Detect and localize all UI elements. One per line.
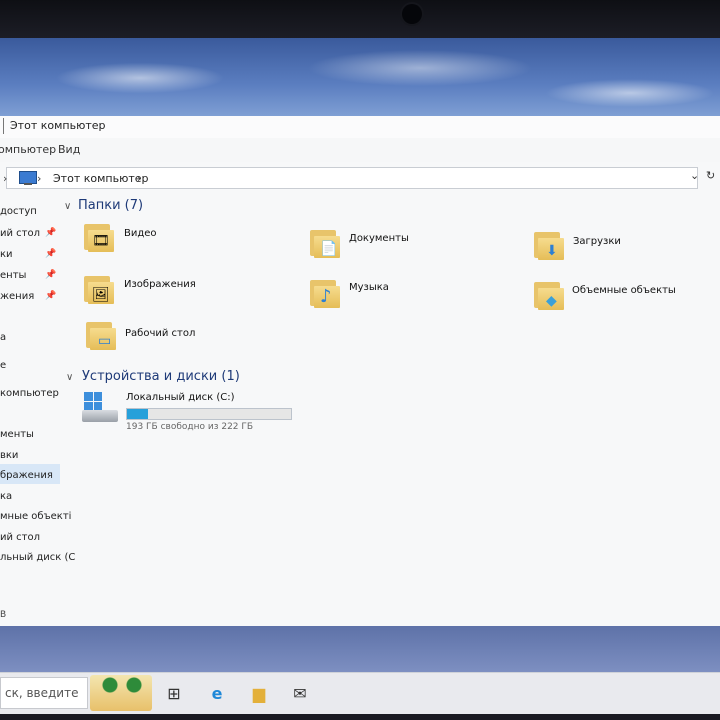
- collapse-chevron-icon[interactable]: ∨: [66, 372, 73, 383]
- content-pane: ∨ Папки (7) 🎞 Видео 📄 Документы ⬇ Загруз…: [62, 196, 720, 626]
- devices-section-heading[interactable]: Устройства и диски (1): [82, 369, 240, 384]
- search-highlight-image[interactable]: [90, 675, 152, 711]
- task-view-icon[interactable]: ⊞: [160, 679, 188, 707]
- documents-folder-icon[interactable]: 📄: [310, 230, 344, 260]
- nav-item-pc-desktop[interactable]: ий стол: [0, 532, 40, 543]
- nav-item-pc-documents[interactable]: менты: [0, 429, 34, 440]
- downloads-folder-icon[interactable]: ⬇: [534, 232, 568, 262]
- pictures-folder-icon[interactable]: 🖼: [84, 276, 118, 306]
- taskbar: ск, введите ⊞ e ▆ ✉: [0, 672, 720, 714]
- desktop-wallpaper: [0, 38, 720, 116]
- breadcrumb-separator[interactable]: ›: [37, 172, 41, 185]
- ribbon-tabs: омпьютер Вид: [0, 138, 720, 162]
- nav-item-documents[interactable]: енты: [0, 270, 26, 281]
- nav-item-network[interactable]: е: [0, 360, 6, 371]
- status-bar: В: [0, 608, 62, 626]
- drive-free-space: 193 ГБ свободно из 222 ГБ: [126, 422, 254, 432]
- webcam: [402, 4, 422, 24]
- file-explorer-icon[interactable]: ▆: [245, 679, 273, 707]
- nav-item-pictures[interactable]: жения: [0, 291, 34, 302]
- pin-icon: 📌: [45, 291, 57, 301]
- 3d-objects-folder-icon[interactable]: ◆: [534, 282, 568, 312]
- nav-item-pc-music[interactable]: ка: [0, 491, 12, 502]
- nav-item-pc-pictures[interactable]: бражения: [0, 470, 53, 481]
- status-text: В: [0, 610, 7, 620]
- video-folder-icon[interactable]: 🎞: [84, 224, 118, 254]
- this-pc-icon-stand: [24, 183, 32, 185]
- collapse-chevron-icon[interactable]: ∨: [64, 201, 71, 212]
- pin-icon: 📌: [45, 228, 57, 238]
- breadcrumb-chevron[interactable]: ›: [137, 172, 141, 185]
- folder-label-pictures[interactable]: Изображения: [124, 279, 196, 290]
- laptop-bezel: [0, 0, 720, 38]
- folder-label-desktop[interactable]: Рабочий стол: [125, 328, 195, 339]
- breadcrumb-this-pc[interactable]: Этот компьютер: [53, 172, 149, 185]
- ribbon-tab-computer[interactable]: омпьютер: [0, 143, 56, 156]
- nav-item-this-pc[interactable]: компьютер: [0, 388, 59, 399]
- nav-item-downloads[interactable]: ки: [0, 249, 13, 260]
- search-placeholder: ск, введите: [5, 686, 79, 700]
- nav-item-onedrive[interactable]: а: [0, 332, 6, 343]
- address-bar: › › Этот компьютер › ⌄ ↻: [0, 164, 720, 190]
- drive-usage-bar: [126, 408, 292, 420]
- screen: Этот компьютер омпьютер Вид › › Этот ком…: [0, 38, 720, 714]
- folder-label-video[interactable]: Видео: [124, 228, 157, 239]
- windows-logo-icon: [84, 392, 102, 410]
- drive-usage-fill: [127, 409, 149, 419]
- address-field[interactable]: › › Этот компьютер ›: [3, 167, 698, 189]
- desktop-folder-icon[interactable]: ▭: [86, 322, 120, 352]
- pin-icon: 📌: [45, 249, 57, 259]
- folder-label-documents[interactable]: Документы: [349, 233, 409, 244]
- folder-label-music[interactable]: Музыка: [349, 282, 389, 293]
- navigation-pane: доступ ий стол 📌 ки 📌 енты 📌 жения 📌 а е…: [0, 196, 75, 626]
- nav-arrow[interactable]: ›: [3, 172, 7, 185]
- taskbar-search-box[interactable]: ск, введите: [0, 677, 88, 709]
- drive-name[interactable]: Локальный диск (C:): [126, 392, 235, 403]
- nav-item-pc-downloads[interactable]: вки: [0, 450, 18, 461]
- mail-icon[interactable]: ✉: [286, 679, 314, 707]
- refresh-icon[interactable]: ↻: [706, 169, 715, 182]
- nav-item-quick-access[interactable]: доступ: [0, 206, 37, 217]
- nav-item-desktop[interactable]: ий стол: [0, 228, 40, 239]
- local-disk-icon[interactable]: [82, 392, 120, 424]
- folder-label-downloads[interactable]: Загрузки: [573, 236, 621, 247]
- edge-icon[interactable]: e: [203, 679, 231, 707]
- folders-section-heading[interactable]: Папки (7): [78, 198, 143, 213]
- title-separator: [3, 118, 4, 134]
- pin-icon: 📌: [45, 270, 57, 280]
- window-title: Этот компьютер: [10, 119, 106, 132]
- file-explorer-window: Этот компьютер омпьютер Вид › › Этот ком…: [0, 116, 720, 626]
- address-dropdown-icon[interactable]: ⌄: [690, 169, 699, 182]
- ribbon-tab-view[interactable]: Вид: [58, 143, 80, 156]
- nav-item-pc-3d-objects[interactable]: мные объекті: [0, 511, 71, 522]
- title-bar[interactable]: Этот компьютер: [0, 116, 720, 139]
- music-folder-icon[interactable]: ♪: [310, 280, 344, 310]
- folder-label-3d-objects[interactable]: Объемные объекты: [572, 285, 676, 296]
- desktop-wallpaper-bottom: [0, 626, 720, 672]
